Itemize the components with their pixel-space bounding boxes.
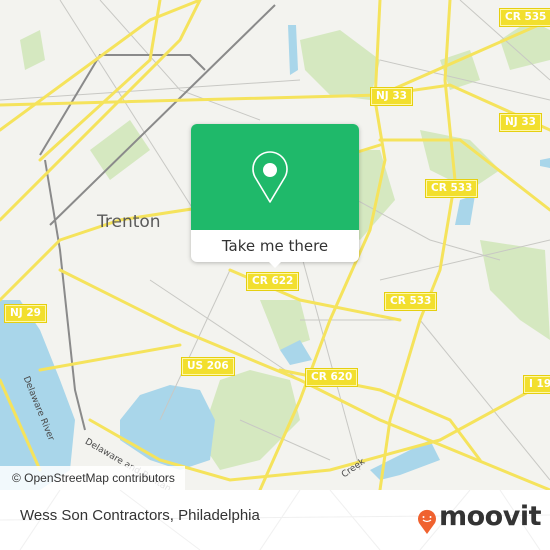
popup-header [191, 124, 359, 230]
road-shield-nj33: NJ 33 [499, 113, 542, 132]
road-shield-i195: I 19 [522, 375, 550, 394]
location-popup[interactable]: Take me there [191, 124, 359, 268]
city-label-trenton: Trenton [97, 212, 161, 232]
road-shield-cr533: CR 533 [383, 292, 438, 311]
road-shield-cr620: CR 620 [304, 368, 359, 387]
place-title: Wess Son Contractors, Philadelphia [20, 507, 260, 524]
map-pin-icon [252, 151, 288, 203]
road-shield-cr533: CR 533 [424, 179, 479, 198]
road-shield-nj29: NJ 29 [4, 304, 47, 323]
road-shield-cr622: CR 622 [245, 272, 300, 291]
take-me-there-button[interactable]: Take me there [191, 230, 359, 262]
road-shield-cr535: CR 535 [498, 8, 550, 27]
road-shield-us206: US 206 [181, 357, 235, 376]
osm-attribution[interactable]: © OpenStreetMap contributors [0, 466, 185, 490]
moovit-pin-icon [418, 509, 436, 534]
moovit-wordmark: moovit [439, 501, 542, 532]
road-shield-nj33: NJ 33 [370, 87, 413, 106]
popup-tail [267, 260, 283, 268]
